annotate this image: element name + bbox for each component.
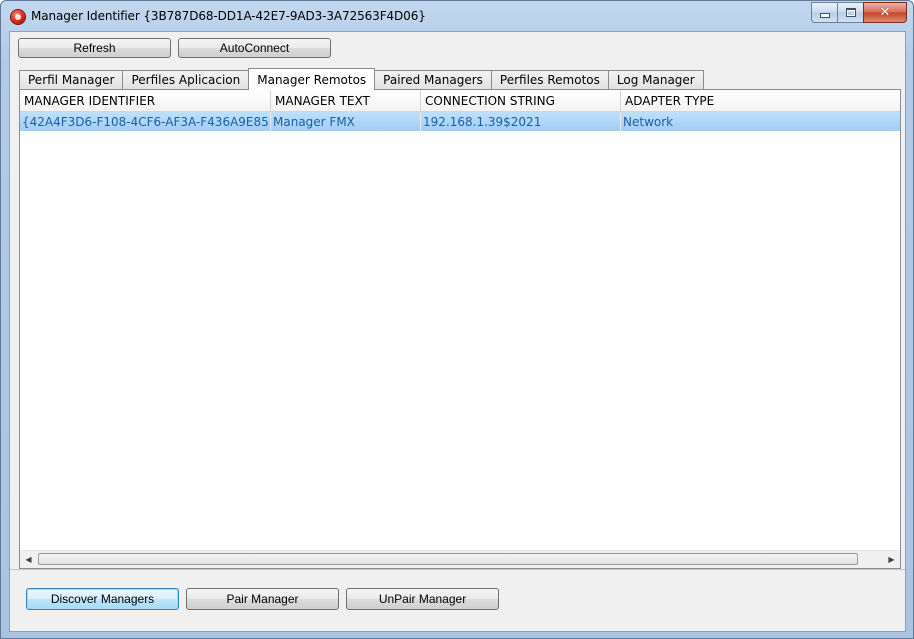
manager-remotos-panel: MANAGER IDENTIFIER MANAGER TEXT CONNECTI… <box>19 89 901 569</box>
window-title: Manager Identifier {3B787D68-DD1A-42E7-9… <box>31 9 426 23</box>
cell-manager-text: Manager FMX <box>271 112 421 131</box>
client-area: Refresh AutoConnect Perfil Manager Perfi… <box>9 31 906 632</box>
tab-perfil-manager[interactable]: Perfil Manager <box>19 70 123 90</box>
grid-header: MANAGER IDENTIFIER MANAGER TEXT CONNECTI… <box>20 90 900 112</box>
scroll-right-icon[interactable]: ▶ <box>883 551 900 568</box>
bottom-divider <box>10 569 905 570</box>
title-bar[interactable]: Manager Identifier {3B787D68-DD1A-42E7-9… <box>1 1 913 33</box>
column-header-manager-identifier[interactable]: MANAGER IDENTIFIER <box>20 90 271 111</box>
app-logo-icon[interactable] <box>11 10 25 24</box>
discover-managers-button[interactable]: Discover Managers <box>26 588 179 610</box>
close-button[interactable]: ✕ <box>863 2 907 23</box>
minimize-icon <box>819 13 830 18</box>
tab-manager-remotos[interactable]: Manager Remotos <box>248 68 376 90</box>
app-window: Manager Identifier {3B787D68-DD1A-42E7-9… <box>0 0 914 639</box>
horizontal-scrollbar[interactable]: ◀ ▶ <box>20 550 900 568</box>
autoconnect-button[interactable]: AutoConnect <box>178 38 331 58</box>
tab-strip: Perfil Manager Perfiles Aplicacion Manag… <box>19 68 704 90</box>
cell-manager-identifier: {42A4F3D6-F108-4CF6-AF3A-F436A9E85EED} <box>20 112 271 131</box>
column-header-adapter-type[interactable]: ADAPTER TYPE <box>621 90 900 111</box>
scroll-thumb[interactable] <box>38 553 858 565</box>
close-icon: ✕ <box>879 5 891 20</box>
scroll-left-icon[interactable]: ◀ <box>20 551 37 568</box>
table-row[interactable]: {42A4F3D6-F108-4CF6-AF3A-F436A9E85EED} M… <box>20 112 900 131</box>
unpair-manager-button[interactable]: UnPair Manager <box>346 588 499 610</box>
pair-manager-button[interactable]: Pair Manager <box>186 588 339 610</box>
column-header-connection-string[interactable]: CONNECTION STRING <box>421 90 621 111</box>
maximize-button[interactable] <box>837 2 863 23</box>
maximize-icon <box>845 8 856 17</box>
column-header-manager-text[interactable]: MANAGER TEXT <box>271 90 421 111</box>
cell-adapter-type: Network <box>623 114 674 129</box>
tab-perfiles-remotos[interactable]: Perfiles Remotos <box>490 70 608 90</box>
cell-connection-string: 192.168.1.39$2021 <box>421 112 621 131</box>
tab-perfiles-aplicacion[interactable]: Perfiles Aplicacion <box>122 70 249 90</box>
refresh-button[interactable]: Refresh <box>18 38 171 58</box>
tab-paired-managers[interactable]: Paired Managers <box>375 70 491 90</box>
caption-buttons: ✕ <box>811 2 907 23</box>
minimize-button[interactable] <box>811 2 837 23</box>
tab-log-manager[interactable]: Log Manager <box>607 70 704 90</box>
